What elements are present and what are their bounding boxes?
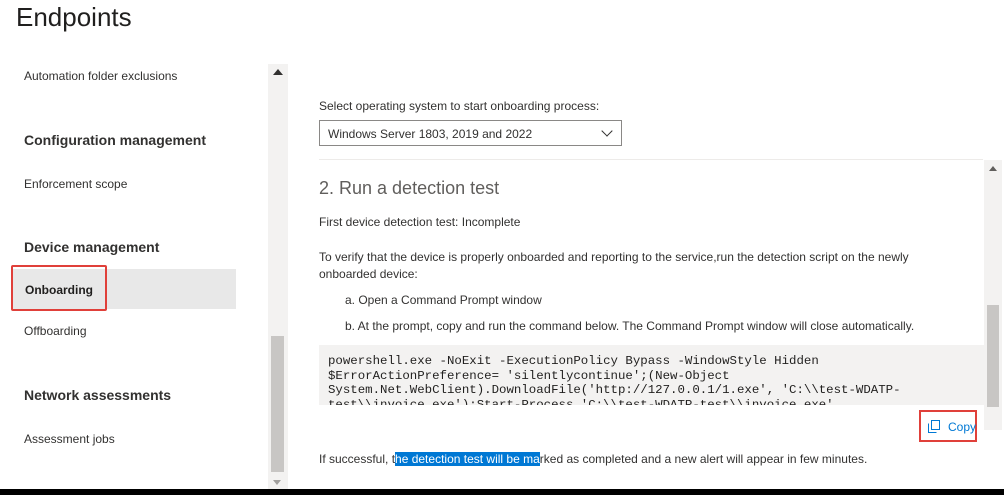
divider	[319, 159, 983, 160]
scrollbar-thumb[interactable]	[987, 305, 999, 407]
content-scrollbar[interactable]	[984, 160, 1002, 430]
onboarding-panel: Select operating system to start onboard…	[288, 64, 1004, 489]
detection-command: powershell.exe -NoExit -ExecutionPolicy …	[328, 354, 901, 405]
scroll-up-arrow-icon[interactable]	[273, 69, 283, 75]
code-block[interactable]: powershell.exe -NoExit -ExecutionPolicy …	[319, 345, 985, 405]
sidebar-item-enforcement-scope[interactable]: Enforcement scope	[24, 177, 127, 191]
scroll-down-arrow-icon[interactable]	[273, 480, 281, 485]
chevron-down-icon	[601, 125, 613, 137]
sidebar: Automation folder exclusions Configurati…	[0, 64, 288, 489]
result-text: If successful, the detection test will b…	[319, 452, 867, 466]
sidebar-item-automation-folder-exclusions[interactable]: Automation folder exclusions	[24, 69, 177, 83]
os-select-dropdown[interactable]: Windows Server 1803, 2019 and 2022	[319, 120, 622, 146]
detection-status: First device detection test: Incomplete	[319, 215, 521, 229]
sidebar-item-label: Onboarding	[25, 283, 93, 297]
page-title: Endpoints	[16, 2, 132, 32]
copy-button[interactable]: Copy	[919, 410, 977, 442]
taskbar-edge	[0, 489, 1004, 495]
os-select-value: Windows Server 1803, 2019 and 2022	[328, 127, 533, 141]
step-title: 2. Run a detection test	[319, 178, 500, 198]
result-text-part: If successful, t	[319, 452, 396, 466]
sidebar-scrollbar[interactable]	[268, 64, 288, 489]
sidebar-heading-device-management: Device management	[24, 239, 160, 255]
copy-label: Copy	[948, 420, 977, 434]
copy-icon	[928, 420, 940, 433]
scroll-up-arrow-icon[interactable]	[989, 166, 997, 171]
os-select-label: Select operating system to start onboard…	[319, 99, 600, 113]
instruction-step-b: b. At the prompt, copy and run the comma…	[345, 319, 915, 333]
sidebar-heading-configuration-management: Configuration management	[24, 132, 207, 148]
scrollbar-thumb[interactable]	[271, 336, 284, 472]
sidebar-item-onboarding[interactable]: Onboarding	[12, 269, 236, 309]
selected-text: he detection test will be ma	[395, 452, 540, 466]
sidebar-heading-network-assessments: Network assessments	[24, 387, 172, 403]
instruction-step-a: a. Open a Command Prompt window	[345, 293, 542, 307]
sidebar-item-offboarding[interactable]: Offboarding	[24, 324, 87, 338]
result-text-part: rked as completed and a new alert will a…	[539, 452, 868, 466]
verify-instructions: To verify that the device is properly on…	[319, 250, 909, 281]
sidebar-item-assessment-jobs[interactable]: Assessment jobs	[24, 432, 115, 446]
